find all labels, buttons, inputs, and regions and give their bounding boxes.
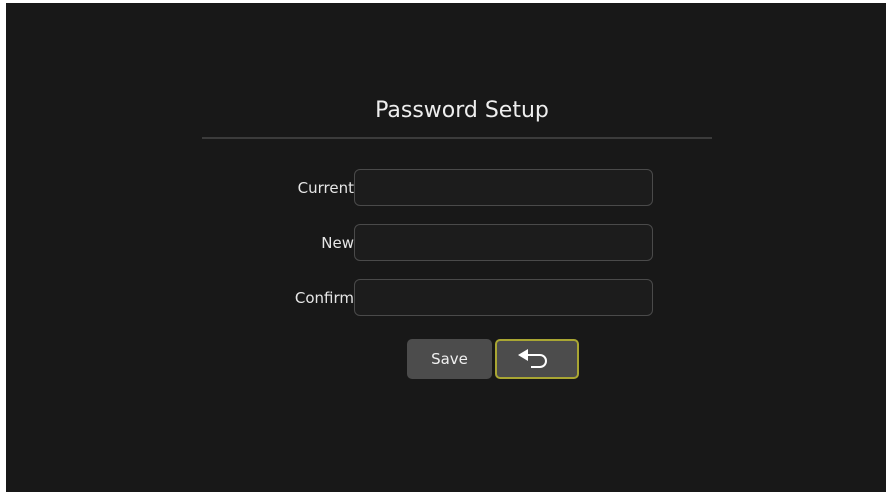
confirm-password-field[interactable] [354,279,653,316]
back-button[interactable] [495,339,579,379]
back-arrow-icon [518,349,547,368]
page-title: Password Setup [375,98,549,123]
title-divider [202,137,712,139]
current-password-field[interactable] [354,169,653,206]
new-password-label: New [321,234,354,252]
confirm-password-label: Confirm [294,289,354,307]
save-button[interactable]: Save [407,339,492,379]
new-password-field[interactable] [354,224,653,261]
password-setup-screen: Password Setup Current New Confirm Save [6,3,886,492]
current-password-label: Current [297,179,354,197]
